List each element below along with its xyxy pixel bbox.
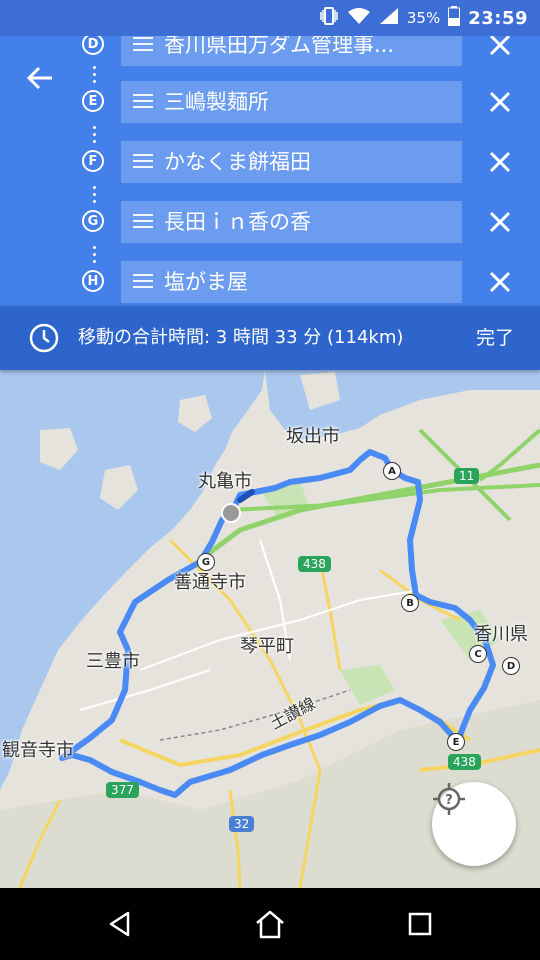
waypoint-marker[interactable]: C: [469, 645, 487, 663]
remove-stop-button[interactable]: [484, 206, 516, 238]
battery-percent: 35%: [406, 9, 441, 27]
route-shield-32: 32: [229, 816, 255, 832]
wifi-icon: [347, 7, 371, 29]
stop-field[interactable]: 三嶋製麺所: [121, 81, 462, 123]
drag-handle-icon[interactable]: [133, 214, 153, 230]
nav-recents-button[interactable]: [398, 902, 442, 946]
current-location-icon: [221, 503, 241, 523]
drag-handle-icon[interactable]: [133, 94, 153, 110]
vibrate-icon: [319, 7, 339, 29]
total-time-text: 移動の合計時間: 3 時間 33 分 (114km): [78, 327, 404, 348]
stop-letter: E: [82, 90, 104, 112]
stop-field[interactable]: 香川県田万ダム管理事...: [121, 36, 462, 66]
stop-name: 塩がま屋: [164, 270, 248, 294]
waypoint-marker[interactable]: D: [502, 657, 520, 675]
stop-name: 三嶋製麺所: [164, 90, 269, 114]
route-shield-438: 438: [298, 556, 331, 572]
my-location-button[interactable]: ?: [432, 782, 516, 866]
close-icon: [489, 271, 511, 293]
place-label-zentsuji: 善通寺市: [174, 572, 246, 593]
close-icon: [489, 211, 511, 233]
remove-stop-button[interactable]: [484, 266, 516, 298]
stop-row-g: G 長田ｉｎ香の香: [0, 201, 540, 243]
stop-row-h: H 塩がま屋: [0, 261, 540, 303]
svg-text:?: ?: [445, 793, 453, 808]
remove-stop-button[interactable]: [484, 146, 516, 178]
place-label-kagawa: 香川県: [474, 624, 528, 645]
map-view[interactable]: 坂出市 丸亀市 善通寺市 琴平町 三豊市 観音寺市 香川県 土讃線 11 438…: [0, 370, 540, 888]
system-nav-bar: [0, 888, 540, 960]
close-icon: [489, 36, 511, 56]
drag-handle-icon[interactable]: [133, 154, 153, 170]
waypoint-marker[interactable]: G: [197, 553, 215, 571]
remove-stop-button[interactable]: [484, 36, 516, 61]
waypoint-marker[interactable]: B: [401, 594, 419, 612]
stop-row-f: F かなくま餅福田: [0, 141, 540, 183]
nav-home-button[interactable]: [248, 902, 292, 946]
total-time-bar: 移動の合計時間: 3 時間 33 分 (114km) 完了: [0, 306, 540, 370]
nav-recents-icon: [408, 912, 432, 936]
nav-back-icon: [109, 911, 130, 937]
place-label-kotohira: 琴平町: [240, 636, 294, 657]
nav-back-button[interactable]: [98, 902, 142, 946]
clock-time: 23:59: [468, 7, 528, 29]
stop-letter: F: [82, 150, 104, 172]
route-editor: D 香川県田万ダム管理事... E 三嶋製麺所 F かなくま餅福田 G 長田ｉｎ…: [0, 36, 540, 306]
stop-field[interactable]: 塩がま屋: [121, 261, 462, 303]
clock-icon: [28, 322, 60, 354]
place-label-mitoyo: 三豊市: [86, 651, 140, 672]
place-label-sakaide: 坂出市: [286, 426, 340, 447]
stop-letter: H: [82, 270, 104, 292]
remove-stop-button[interactable]: [484, 86, 516, 118]
stop-letter: G: [82, 210, 104, 232]
done-button[interactable]: 完了: [476, 306, 514, 370]
status-bar: 35% 23:59: [0, 0, 540, 36]
place-label-kanonji: 観音寺市: [2, 740, 74, 761]
route-shield-438: 438: [448, 754, 481, 770]
waypoint-marker[interactable]: A: [383, 462, 401, 480]
stop-row-d: D 香川県田万ダム管理事...: [0, 36, 540, 66]
stop-field[interactable]: かなくま餅福田: [121, 141, 462, 183]
drag-handle-icon[interactable]: [133, 274, 153, 290]
place-label-marugame: 丸亀市: [198, 471, 252, 492]
stop-field[interactable]: 長田ｉｎ香の香: [121, 201, 462, 243]
waypoint-marker[interactable]: E: [447, 733, 465, 751]
stop-letter: D: [82, 36, 104, 55]
stop-name: 長田ｉｎ香の香: [164, 210, 311, 234]
stop-name: 香川県田万ダム管理事...: [164, 36, 395, 57]
drag-handle-icon[interactable]: [133, 37, 153, 53]
close-icon: [489, 151, 511, 173]
stop-name: かなくま餅福田: [164, 150, 311, 174]
signal-icon: [379, 7, 399, 29]
nav-home-icon: [256, 910, 284, 939]
crosshair-icon: ?: [433, 783, 465, 815]
close-icon: [489, 91, 511, 113]
route-shield-11: 11: [454, 468, 480, 484]
stop-row-e: E 三嶋製麺所: [0, 81, 540, 123]
route-shield-377: 377: [106, 782, 139, 798]
battery-icon: [448, 6, 461, 30]
